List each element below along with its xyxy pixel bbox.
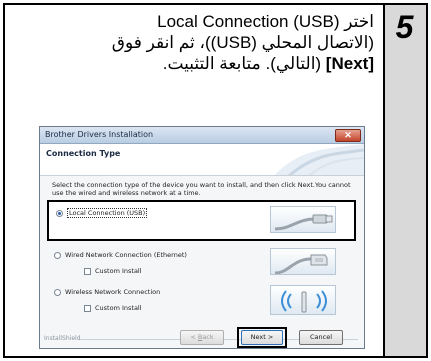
back-button-prefix: < [190, 333, 198, 341]
close-button[interactable]: ✕ [335, 129, 361, 142]
wireless-option-label: Wireless Network Connection [65, 288, 161, 296]
dialog-titlebar: Brother Drivers Installation ✕ [40, 127, 364, 144]
close-icon: ✕ [344, 130, 352, 140]
step-column: 5 [383, 5, 426, 356]
wireless-custom-install[interactable]: Custom Install [84, 304, 142, 312]
usb-cable-icon [270, 206, 336, 233]
usb-option-label: Local Connection (USB) [67, 208, 148, 218]
dialog-header-title: Connection Type [46, 149, 121, 158]
dialog-title: Brother Drivers Installation [45, 130, 154, 139]
wireless-custom-label: Custom Install [95, 304, 142, 312]
step-number: 5 [395, 9, 414, 45]
dialog-header: Connection Type [40, 144, 364, 176]
wired-option-label: Wired Network Connection (Ethernet) [65, 251, 187, 259]
usb-option[interactable]: Local Connection (USB) [56, 208, 148, 218]
dialog-body: Select the connection type of the device… [40, 176, 364, 348]
cancel-button-label: Cancel [309, 333, 333, 341]
instruction-line-3: (التالي). متابعة التثبيت. [162, 54, 326, 73]
instruction-next-label: [Next] [325, 54, 374, 73]
wireless-radio[interactable] [54, 288, 61, 296]
wired-custom-install[interactable]: Custom Install [84, 267, 142, 275]
instruction-text: اختر (USB) Local Connection (الاتصال الم… [56, 11, 374, 74]
next-button[interactable]: Next > [241, 330, 283, 345]
ethernet-cable-icon [270, 248, 336, 275]
dialog-description: Select the connection type of the device… [52, 181, 351, 197]
instruction-line-1: اختر (USB) Local Connection [157, 12, 374, 31]
instruction-line-2: (الاتصال المحلي (USB))، ثم انقر فوق [111, 33, 374, 52]
wireless-signal-icon [270, 285, 336, 315]
wireless-custom-checkbox[interactable] [84, 304, 91, 312]
usb-radio[interactable] [56, 209, 63, 217]
next-button-label: Next > [250, 333, 274, 341]
installer-dialog: Brother Drivers Installation ✕ Connectio… [39, 126, 365, 349]
back-button[interactable]: < Back [180, 330, 224, 345]
header-swoosh-graphic [275, 144, 364, 175]
installshield-brand: InstallShield [44, 335, 81, 342]
wired-custom-checkbox[interactable] [84, 267, 91, 275]
wired-custom-label: Custom Install [95, 267, 142, 275]
back-button-rest: ack [202, 333, 214, 341]
wired-option[interactable]: Wired Network Connection (Ethernet) [54, 251, 187, 259]
step-frame: 5 اختر (USB) Local Connection (الاتصال ا… [3, 3, 428, 358]
wired-radio[interactable] [54, 251, 61, 259]
cancel-button[interactable]: Cancel [299, 330, 343, 345]
wireless-option[interactable]: Wireless Network Connection [54, 288, 160, 296]
